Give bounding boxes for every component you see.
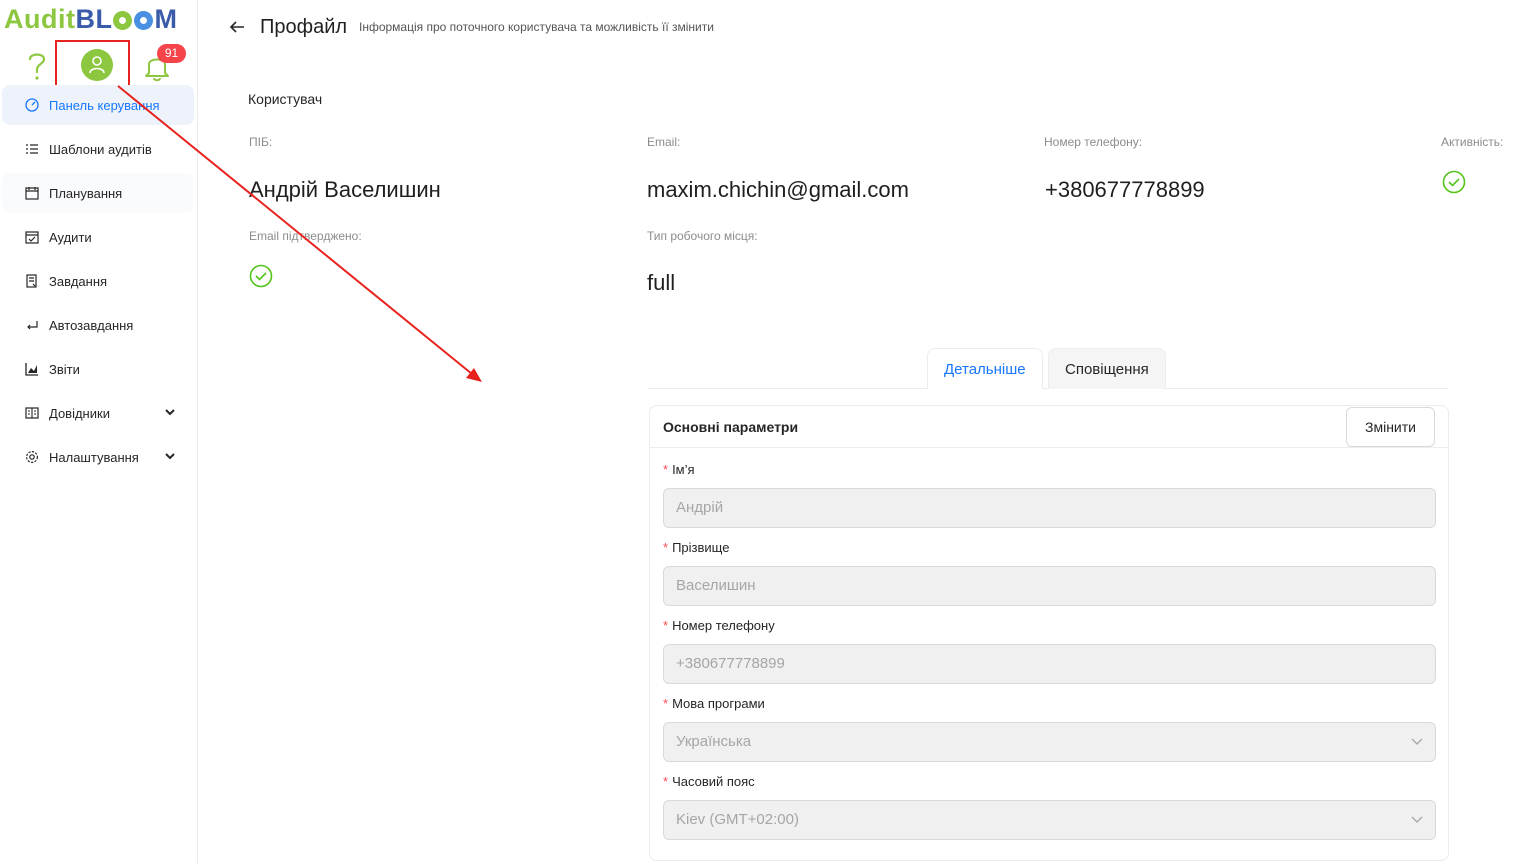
phone-label: Номер телефону: (1044, 135, 1143, 149)
tab-notifications[interactable]: Сповіщення (1048, 348, 1166, 389)
sidebar-item-label: Шаблони аудитів (49, 141, 152, 157)
calendar-icon (24, 186, 39, 201)
check-circle-icon (1442, 170, 1466, 194)
chevron-down-icon (165, 453, 175, 460)
sidebar-item-label: Аудити (49, 229, 92, 245)
workplace-label: Тип робочого місця: (647, 229, 758, 243)
timezone-select[interactable]: Kiev (GMT+02:00) (663, 800, 1436, 840)
sidebar-item-planning[interactable]: Планування (2, 173, 194, 213)
user-icon (89, 56, 105, 74)
first-name-label: * Ім’я (663, 462, 695, 477)
email-label: Email: (647, 135, 681, 149)
email-confirmed-label: Email підтверджено: (249, 229, 362, 243)
chevron-down-icon (165, 409, 175, 416)
fio-label: ПІБ: (249, 135, 273, 149)
calendar-check-icon (24, 230, 39, 245)
enter-icon (24, 318, 39, 333)
chevron-down-icon (1411, 738, 1423, 745)
user-toolbar: 91 (0, 40, 198, 93)
sidebar-item-audits[interactable]: Аудити (2, 217, 194, 257)
sidebar-item-label: Звіти (49, 361, 80, 377)
card-title: Основні параметри (663, 419, 799, 435)
language-label: * Мова програми (663, 696, 765, 711)
list-icon (24, 142, 39, 157)
logo-flower-icon (134, 11, 154, 30)
sidebar: AuditBL M 91 Панель керування Шаблони ау… (0, 0, 198, 863)
logo-flower-icon (113, 11, 133, 30)
sidebar-item-dashboard[interactable]: Панель керування (2, 85, 194, 125)
last-name-label: * Прізвище (663, 540, 730, 555)
dashboard-icon (24, 98, 39, 113)
task-icon (24, 274, 39, 289)
sidebar-item-settings[interactable]: Налаштування (2, 437, 194, 477)
book-icon (24, 406, 39, 421)
sidebar-item-label: Налаштування (49, 449, 139, 465)
sidebar-nav: Панель керування Шаблони аудитів Планува… (2, 85, 194, 481)
phone-input[interactable]: +380677778899 (663, 644, 1436, 684)
sidebar-item-label: Завдання (49, 273, 108, 289)
phone-field-label: * Номер телефону (663, 618, 775, 633)
last-name-input[interactable]: Васелишин (663, 566, 1436, 606)
help-icon[interactable] (24, 50, 50, 82)
fio-value: Андрій Васелишин (249, 177, 441, 202)
phone-value: +380677778899 (1045, 177, 1205, 202)
sidebar-item-label: Планування (49, 185, 123, 201)
active-label: Активність: (1441, 135, 1504, 149)
chevron-down-icon (1411, 816, 1423, 823)
sidebar-item-label: Автозавдання (49, 317, 134, 333)
app-logo[interactable]: AuditBL M (4, 4, 177, 35)
sidebar-item-tasks[interactable]: Завдання (2, 261, 194, 301)
notification-badge: 91 (157, 44, 186, 63)
sidebar-item-label: Довідники (49, 405, 110, 421)
language-select[interactable]: Українська (663, 722, 1436, 762)
sidebar-item-label: Панель керування (49, 97, 160, 113)
page-subtitle: Інформація про поточного користувача та … (359, 20, 714, 34)
first-name-input[interactable]: Андрій (663, 488, 1436, 528)
card-header: Основні параметри Змінити (650, 406, 1448, 448)
chart-icon (24, 362, 39, 377)
user-section-title: Користувач (248, 91, 323, 107)
sidebar-item-audit-templates[interactable]: Шаблони аудитів (2, 129, 194, 169)
back-arrow-icon[interactable] (228, 18, 246, 36)
sidebar-item-autotasks[interactable]: Автозавдання (2, 305, 194, 345)
gear-icon (24, 450, 39, 465)
edit-button[interactable]: Змінити (1346, 407, 1435, 447)
page-title: Профайл (260, 16, 348, 38)
sidebar-item-reports[interactable]: Звіти (2, 349, 194, 389)
tab-details[interactable]: Детальніше (927, 348, 1043, 389)
check-circle-icon (249, 264, 273, 288)
workplace-value: full (647, 270, 676, 295)
timezone-label: * Часовий пояс (663, 774, 755, 789)
email-value: maxim.chichin@gmail.com (647, 177, 909, 202)
main-params-card: Основні параметри Змінити * Ім’я Андрій *… (649, 405, 1449, 861)
sidebar-item-directories[interactable]: Довідники (2, 393, 194, 433)
avatar[interactable] (81, 49, 113, 81)
